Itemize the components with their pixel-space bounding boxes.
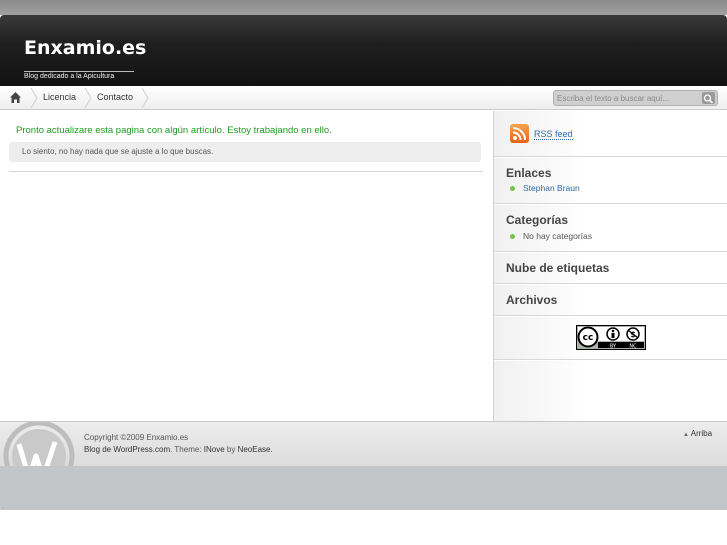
back-to-top-link[interactable]: ▲ Arriba	[683, 429, 712, 438]
notice-message: Pronto actualizare esta pagina con algún…	[16, 125, 332, 136]
powered-by-text: Blog de WordPress.com. Theme: INove by N…	[84, 445, 273, 454]
powered-end: .	[270, 445, 273, 454]
by-word: by	[224, 445, 238, 454]
categories-heading: Categorías	[506, 213, 569, 227]
links-heading: Enlaces	[506, 166, 552, 180]
sidebar-divider	[494, 251, 727, 253]
bottom-band	[0, 466, 727, 510]
search-input[interactable]	[557, 92, 697, 104]
nav-item-licencia[interactable]: Licencia	[43, 92, 76, 102]
creative-commons-badge[interactable]: cc $ BY NC	[576, 325, 646, 350]
corner-mark: ·	[2, 506, 4, 512]
main-content: Pronto actualizare esta pagina con algún…	[0, 111, 493, 421]
list-bullet	[510, 234, 515, 239]
wordpress-link[interactable]: Blog de WordPress.com	[84, 445, 170, 454]
nav-separator	[84, 88, 92, 108]
rss-feed-link[interactable]: RSS feed	[534, 129, 573, 140]
site-header: Enxamio.es Blog dedicado a la Apicultura	[0, 15, 727, 86]
no-results-text: Lo siento, no hay nada que se ajuste a l…	[22, 147, 214, 156]
no-results-box: Lo siento, no hay nada que se ajuste a l…	[9, 142, 481, 162]
author-link[interactable]: NeoEase	[238, 445, 271, 454]
home-icon[interactable]	[9, 91, 22, 104]
sidebar-divider	[494, 203, 727, 205]
sidebar-divider	[494, 156, 727, 158]
svg-text:cc: cc	[583, 333, 594, 343]
top-strip	[0, 0, 727, 15]
site-description: Blog dedicado a la Apicultura	[24, 71, 134, 80]
copyright-text: Copyright ©2009 Enxamio.es	[84, 433, 189, 442]
link-stephan-braun[interactable]: Stephan Braun	[523, 183, 580, 193]
archives-heading: Archivos	[506, 293, 558, 307]
list-bullet	[510, 186, 515, 191]
footer: Copyright ©2009 Enxamio.es Blog de WordP…	[0, 421, 727, 466]
cc-by-label: BY	[610, 344, 617, 350]
search-button[interactable]	[702, 92, 715, 104]
sidebar-divider	[494, 359, 727, 361]
rss-icon[interactable]	[510, 124, 529, 143]
cc-nc-label: NC	[629, 344, 637, 350]
search-icon	[703, 94, 714, 104]
theme-prefix: . Theme:	[170, 445, 204, 454]
nav-item-contacto[interactable]: Contacto	[97, 92, 133, 102]
search-box	[553, 90, 718, 106]
back-to-top-label: Arriba	[690, 429, 713, 438]
categories-empty: No hay categorías	[523, 231, 592, 241]
sidebar-divider	[494, 315, 727, 317]
theme-link[interactable]: INove	[204, 445, 225, 454]
sidebar: RSS feed Enlaces Stephan Braun Categoría…	[493, 111, 727, 421]
nav-separator	[141, 88, 149, 108]
content-divider	[9, 171, 483, 172]
sidebar-divider	[494, 283, 727, 285]
nav-separator	[30, 88, 38, 108]
site-title[interactable]: Enxamio.es	[24, 37, 146, 59]
arrow-up-icon: ▲	[683, 432, 689, 438]
wordpress-logo-icon	[3, 422, 75, 466]
tagcloud-heading: Nube de etiquetas	[506, 261, 610, 275]
